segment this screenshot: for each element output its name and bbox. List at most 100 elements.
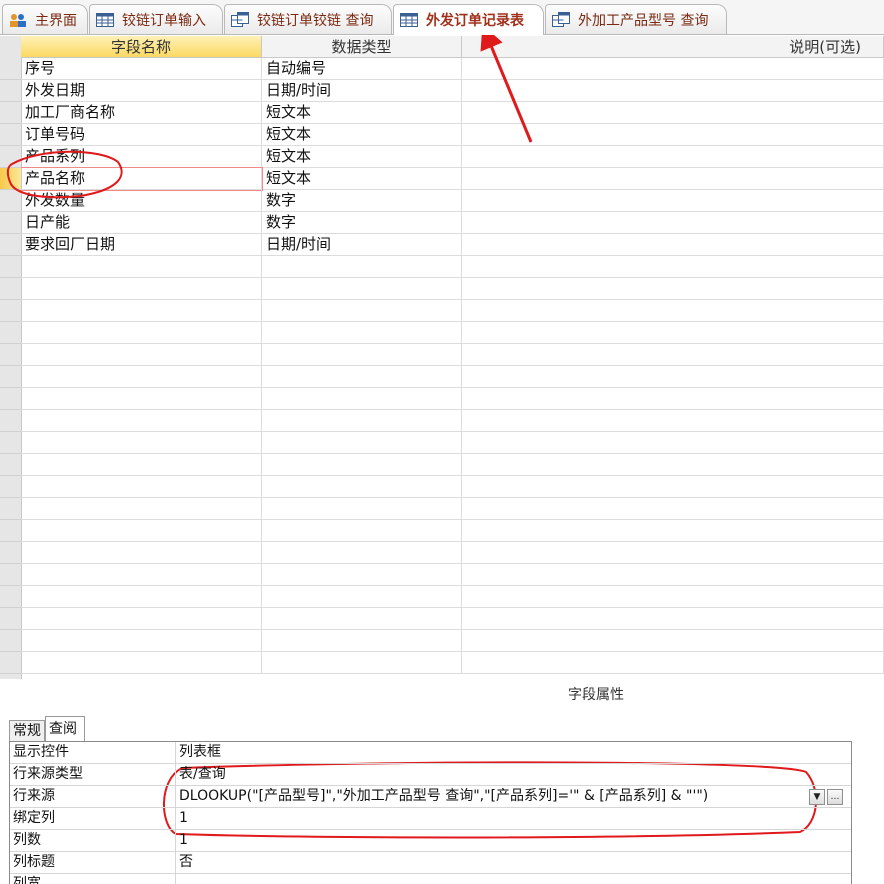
description-cell[interactable]	[462, 498, 884, 520]
data-type-cell[interactable]	[262, 432, 462, 454]
description-cell[interactable]	[462, 564, 884, 586]
empty-field-row[interactable]	[21, 322, 884, 344]
field-name-cell[interactable]	[21, 410, 262, 432]
field-name-cell[interactable]	[21, 278, 262, 300]
row-selector[interactable]	[0, 652, 21, 674]
data-type-cell[interactable]: 短文本	[262, 146, 462, 168]
row-selector[interactable]	[0, 58, 21, 80]
row-selector[interactable]	[0, 366, 21, 388]
empty-field-row[interactable]	[21, 366, 884, 388]
description-cell[interactable]	[462, 432, 884, 454]
data-type-cell[interactable]	[262, 652, 462, 674]
description-cell[interactable]	[462, 388, 884, 410]
empty-field-row[interactable]	[21, 300, 884, 322]
field-name-cell[interactable]: 要求回厂日期	[21, 234, 262, 256]
data-type-cell[interactable]	[262, 366, 462, 388]
field-name-cell[interactable]	[21, 344, 262, 366]
description-cell[interactable]	[462, 586, 884, 608]
field-name-cell[interactable]	[21, 498, 262, 520]
description-cell[interactable]	[462, 146, 884, 168]
tab-general[interactable]: 常规	[9, 720, 45, 742]
field-name-cell[interactable]: 日产能	[21, 212, 262, 234]
data-type-cell[interactable]	[262, 344, 462, 366]
column-header-data-type[interactable]: 数据类型	[262, 36, 462, 58]
empty-field-row[interactable]	[21, 542, 884, 564]
property-value[interactable]: 1	[176, 808, 851, 830]
tab-main[interactable]: 主界面	[2, 4, 88, 34]
field-row[interactable]: 外发日期 日期/时间	[21, 80, 884, 102]
data-type-cell[interactable]: 日期/时间	[262, 80, 462, 102]
row-selector[interactable]	[0, 168, 21, 190]
row-selector[interactable]	[0, 586, 21, 608]
empty-field-row[interactable]	[21, 256, 884, 278]
field-row[interactable]: 订单号码 短文本	[21, 124, 884, 146]
field-name-cell[interactable]: 外发数量	[21, 190, 262, 212]
row-selector[interactable]	[0, 542, 21, 564]
data-type-cell[interactable]	[262, 300, 462, 322]
property-value[interactable]: 否	[176, 852, 851, 874]
tab-hinge-order-input[interactable]: 铰链订单输入	[89, 4, 223, 34]
field-name-cell[interactable]: 订单号码	[21, 124, 262, 146]
field-name-cell[interactable]: 加工厂商名称	[21, 102, 262, 124]
tab-external-model-query[interactable]: 外加工产品型号 查询	[545, 4, 727, 34]
description-cell[interactable]	[462, 322, 884, 344]
row-selector[interactable]	[0, 80, 21, 102]
field-row[interactable]: 序号 自动编号	[21, 58, 884, 80]
description-cell[interactable]	[462, 124, 884, 146]
empty-field-row[interactable]	[21, 498, 884, 520]
empty-field-row[interactable]	[21, 520, 884, 542]
data-type-cell[interactable]	[262, 256, 462, 278]
field-name-cell[interactable]	[21, 256, 262, 278]
field-name-cell[interactable]	[21, 608, 262, 630]
data-type-cell[interactable]	[262, 476, 462, 498]
field-name-cell[interactable]	[21, 366, 262, 388]
field-name-cell[interactable]: 外发日期	[21, 80, 262, 102]
description-cell[interactable]	[462, 168, 884, 190]
data-type-cell[interactable]	[262, 542, 462, 564]
empty-field-row[interactable]	[21, 410, 884, 432]
data-type-cell[interactable]	[262, 564, 462, 586]
field-name-cell[interactable]	[21, 586, 262, 608]
description-cell[interactable]	[462, 520, 884, 542]
column-header-field-name[interactable]: 字段名称	[21, 36, 262, 58]
field-name-cell[interactable]	[21, 520, 262, 542]
row-selector[interactable]	[0, 278, 21, 300]
row-selector[interactable]	[0, 190, 21, 212]
description-cell[interactable]	[462, 410, 884, 432]
data-type-cell[interactable]: 短文本	[262, 168, 462, 190]
empty-field-row[interactable]	[21, 630, 884, 652]
row-selector[interactable]	[0, 322, 21, 344]
row-selector[interactable]	[0, 146, 21, 168]
data-type-cell[interactable]: 数字	[262, 190, 462, 212]
data-type-cell[interactable]	[262, 498, 462, 520]
description-cell[interactable]	[462, 300, 884, 322]
row-selector[interactable]	[0, 102, 21, 124]
description-cell[interactable]	[462, 542, 884, 564]
column-header-description[interactable]: 说明(可选)	[462, 36, 884, 58]
row-selector[interactable]	[0, 124, 21, 146]
data-type-cell[interactable]	[262, 410, 462, 432]
field-name-cell[interactable]	[21, 388, 262, 410]
description-cell[interactable]	[462, 630, 884, 652]
field-row[interactable]: 加工厂商名称 短文本	[21, 102, 884, 124]
row-selector[interactable]	[0, 256, 21, 278]
empty-field-row[interactable]	[21, 564, 884, 586]
field-name-cell[interactable]	[21, 630, 262, 652]
field-name-cell[interactable]	[21, 652, 262, 674]
field-name-cell[interactable]	[21, 542, 262, 564]
field-row[interactable]: 产品系列 短文本	[21, 146, 884, 168]
field-name-cell[interactable]	[21, 322, 262, 344]
field-name-cell[interactable]: 序号	[21, 58, 262, 80]
description-cell[interactable]	[462, 212, 884, 234]
data-type-cell[interactable]	[262, 630, 462, 652]
row-selector[interactable]	[0, 432, 21, 454]
row-selector[interactable]	[0, 476, 21, 498]
row-selector[interactable]	[0, 498, 21, 520]
field-name-cell[interactable]	[21, 300, 262, 322]
data-type-cell[interactable]	[262, 388, 462, 410]
property-value[interactable]: DLOOKUP("[产品型号]","外加工产品型号 查询","[产品系列]='"…	[176, 786, 851, 808]
description-cell[interactable]	[462, 652, 884, 674]
data-type-cell[interactable]	[262, 278, 462, 300]
property-value[interactable]	[176, 874, 851, 884]
property-value[interactable]: 1	[176, 830, 851, 852]
